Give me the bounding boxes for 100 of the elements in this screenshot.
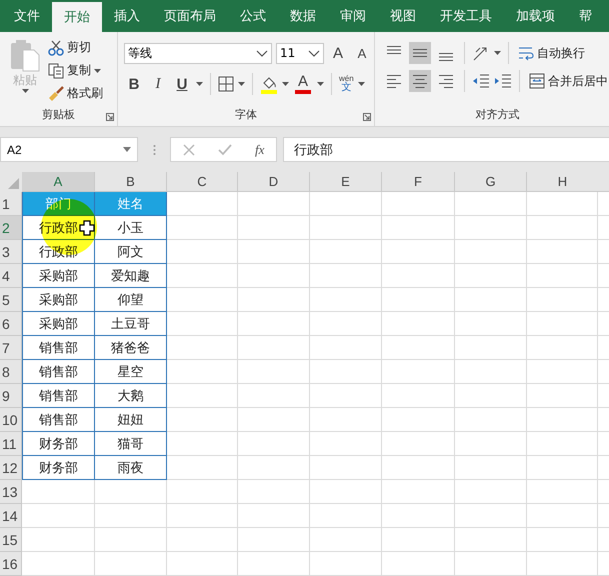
grip-icon [152, 144, 156, 156]
table-cell: 猫哥 [95, 432, 167, 456]
increase-indent-icon[interactable] [494, 73, 512, 89]
column-header[interactable]: F [382, 172, 455, 192]
column-header[interactable]: E [310, 172, 382, 192]
formula-field[interactable]: 行政部 [283, 137, 609, 162]
row-header[interactable]: 3 [0, 240, 22, 264]
align-middle-button[interactable] [409, 42, 431, 64]
dialog-launcher-icon[interactable] [106, 113, 114, 121]
dropdown-icon[interactable] [123, 147, 131, 152]
row-header[interactable]: 2 [0, 216, 22, 240]
table-cell: 采购部 [22, 288, 95, 312]
table-cell: 土豆哥 [95, 312, 167, 336]
row-header[interactable]: 8 [0, 360, 22, 384]
font-color-button[interactable]: A [293, 73, 313, 95]
column-header[interactable]: C [167, 172, 238, 192]
phonetic-button[interactable]: wén 文 [339, 75, 354, 93]
merge-cells-icon [529, 73, 545, 89]
plus-cursor-icon [79, 220, 95, 236]
ribbon-tab[interactable]: 数据 [278, 0, 328, 32]
table-cell: 销售部 [22, 384, 95, 408]
decrease-indent-icon[interactable] [472, 73, 490, 89]
ribbon-tab[interactable]: 帮 [567, 0, 604, 32]
top-align-icon [387, 46, 401, 54]
caret-icon[interactable] [238, 82, 245, 86]
wrap-text-button[interactable]: 自动换行 [516, 44, 587, 62]
table-cell: 妞妞 [95, 408, 167, 432]
group-title: 对齐方式 [474, 107, 520, 123]
caret-icon[interactable] [196, 82, 203, 86]
center-align-icon [413, 74, 427, 88]
table-cell: 雨夜 [95, 456, 167, 480]
font-name-field[interactable]: 等线 [124, 42, 272, 64]
row-header[interactable]: 10 [0, 408, 22, 432]
grow-font-button[interactable]: A [328, 42, 348, 64]
header-cell: 姓名 [95, 192, 167, 216]
right-align-icon [439, 74, 453, 88]
row-header[interactable]: 1 [0, 192, 22, 216]
ribbon-tab[interactable]: 插入 [102, 0, 152, 32]
bottom-align-icon [439, 53, 453, 61]
left-align-icon [387, 74, 401, 88]
table-cell: 财务部 [22, 432, 95, 456]
row-header[interactable]: 9 [0, 384, 22, 408]
row-header[interactable]: 6 [0, 312, 22, 336]
caret-icon[interactable] [317, 82, 324, 86]
row-header[interactable]: 11 [0, 432, 22, 456]
ribbon-tab[interactable]: 开始 [52, 2, 102, 32]
middle-align-icon [413, 49, 427, 57]
table-cell: 猪爸爸 [95, 336, 167, 360]
row-header[interactable]: 15 [0, 528, 22, 552]
shrink-font-button[interactable]: A [352, 42, 372, 64]
ribbon-tab[interactable]: 开发工具 [428, 0, 504, 32]
column-header[interactable]: G [455, 172, 527, 192]
row-header[interactable]: 12 [0, 456, 22, 480]
column-header[interactable]: B [95, 172, 167, 192]
ribbon-tab[interactable]: 审阅 [328, 0, 378, 32]
row-header[interactable]: 7 [0, 336, 22, 360]
insert-function-button[interactable]: fx [255, 142, 264, 158]
merge-center-button[interactable]: 合并后居中 [527, 72, 609, 90]
ribbon-tab[interactable]: 视图 [378, 0, 428, 32]
row-header[interactable]: 16 [0, 552, 22, 576]
row-header[interactable]: 5 [0, 288, 22, 312]
checkmark-icon[interactable] [218, 144, 232, 156]
ribbon-tab[interactable]: 公式 [228, 0, 278, 32]
name-box[interactable]: A2 [0, 137, 138, 162]
bold-button[interactable]: B [124, 73, 144, 95]
column-header[interactable]: D [238, 172, 310, 192]
font-size-field[interactable]: 11 [276, 42, 324, 64]
brush-icon [48, 86, 64, 102]
ribbon-tab[interactable]: 页面布局 [152, 0, 228, 32]
dropdown-icon[interactable] [308, 50, 320, 56]
italic-button[interactable]: I [148, 73, 168, 95]
dropdown-icon[interactable] [256, 50, 268, 56]
table-cell: 星空 [95, 360, 167, 384]
column-header[interactable]: A [22, 172, 95, 192]
table-cell: 爱知趣 [95, 264, 167, 288]
group-title: 字体 [234, 107, 258, 123]
caret-icon[interactable] [358, 82, 365, 86]
table-cell: 销售部 [22, 336, 95, 360]
cut-button[interactable]: 剪切 [46, 38, 105, 57]
underline-button[interactable]: U [172, 73, 192, 95]
table-cell: 采购部 [22, 312, 95, 336]
copy-button[interactable]: 复制 [46, 61, 105, 80]
row-header[interactable]: 4 [0, 264, 22, 288]
caret-icon[interactable] [494, 51, 501, 55]
group-title: 剪贴板 [41, 107, 76, 123]
caret-icon[interactable] [282, 82, 289, 86]
row-header[interactable]: 14 [0, 504, 22, 528]
caret-icon[interactable] [94, 68, 101, 72]
borders-icon[interactable] [218, 76, 234, 92]
format-painter-button[interactable]: 格式刷 [46, 84, 105, 103]
ribbon-tab[interactable]: 文件 [2, 0, 52, 32]
align-center-button[interactable] [409, 70, 431, 92]
table-cell: 销售部 [22, 408, 95, 432]
dialog-launcher-icon[interactable] [363, 113, 371, 121]
row-header[interactable]: 13 [0, 480, 22, 504]
wrap-text-icon [518, 45, 534, 61]
clipboard-icon [9, 38, 41, 72]
ribbon-tab[interactable]: 加载项 [504, 0, 567, 32]
column-header[interactable]: H [527, 172, 609, 192]
table-cell: 仰望 [95, 288, 167, 312]
